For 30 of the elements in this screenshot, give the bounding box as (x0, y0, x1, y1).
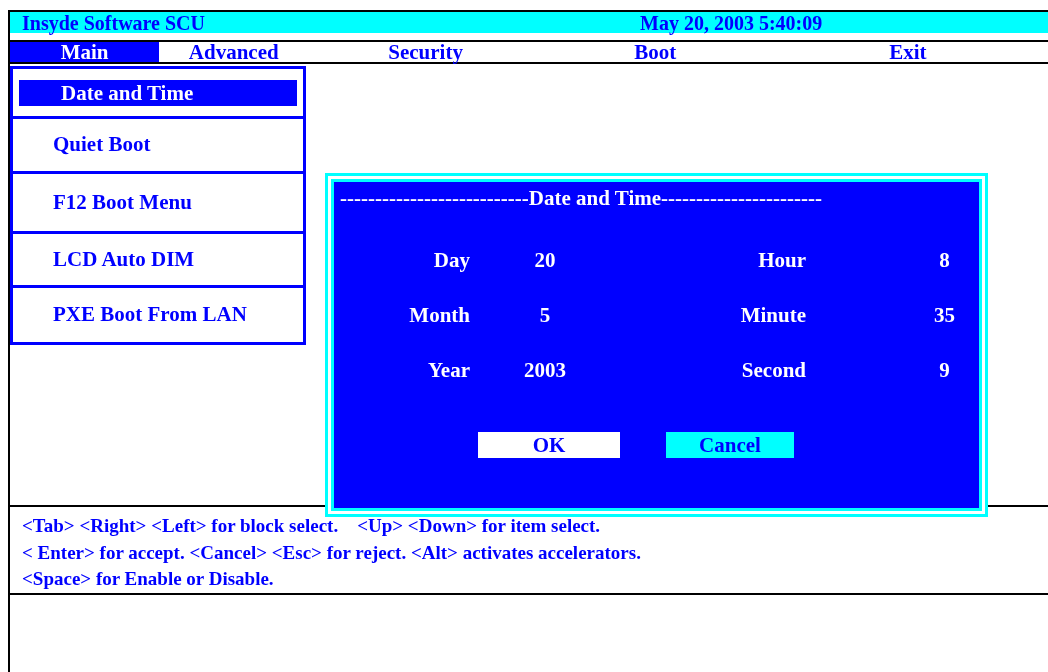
field-value[interactable]: 9 (916, 354, 973, 410)
menu-tab[interactable]: Advanced (159, 42, 309, 62)
field-value[interactable]: 20 (470, 244, 620, 300)
field-label: Second (740, 356, 806, 384)
menu-tab[interactable]: Boot (542, 42, 768, 62)
field-value[interactable]: 8 (916, 244, 973, 300)
field-label: Day (432, 246, 470, 274)
field-label: Year (427, 356, 470, 384)
help-text: <Tab> <Right> <Left> for block select. <Up> <Down> for item select. (22, 514, 602, 538)
menu-tab[interactable]: Security (308, 42, 543, 62)
app-title: Insyde Software SCU (22, 12, 206, 33)
field-label: Minute (739, 301, 806, 329)
menu-item[interactable]: F12 Boot Menu (53, 186, 192, 219)
menu-item[interactable]: Date and Time (19, 79, 297, 106)
dialog-button[interactable]: Cancel (666, 431, 794, 458)
field-value[interactable]: 35 (916, 299, 973, 355)
menu-tab[interactable]: Main (10, 42, 160, 62)
help-text: <Space> for Enable or Disable. (22, 567, 275, 591)
dialog-title: ---------------------------Date and Time----------------------- (340, 185, 823, 212)
date-time: May 20, 2003 5:40:09 (640, 12, 823, 33)
field-label: Month (408, 301, 470, 329)
menu-tab[interactable]: Exit (767, 42, 1048, 62)
menu-item[interactable]: LCD Auto DIM (53, 243, 195, 276)
field-value[interactable]: 5 (470, 299, 620, 355)
ok-button[interactable]: OK (478, 431, 620, 458)
help-text: < Enter> for accept. <Cancel> <Esc> for reject. <Alt> activates accelerators. (22, 540, 642, 565)
menu-item[interactable]: PXE Boot From LAN (53, 299, 247, 331)
field-label: Hour (757, 246, 806, 274)
field-value[interactable]: 2003 (470, 354, 620, 410)
menu-item[interactable]: Quiet Boot (53, 129, 151, 161)
